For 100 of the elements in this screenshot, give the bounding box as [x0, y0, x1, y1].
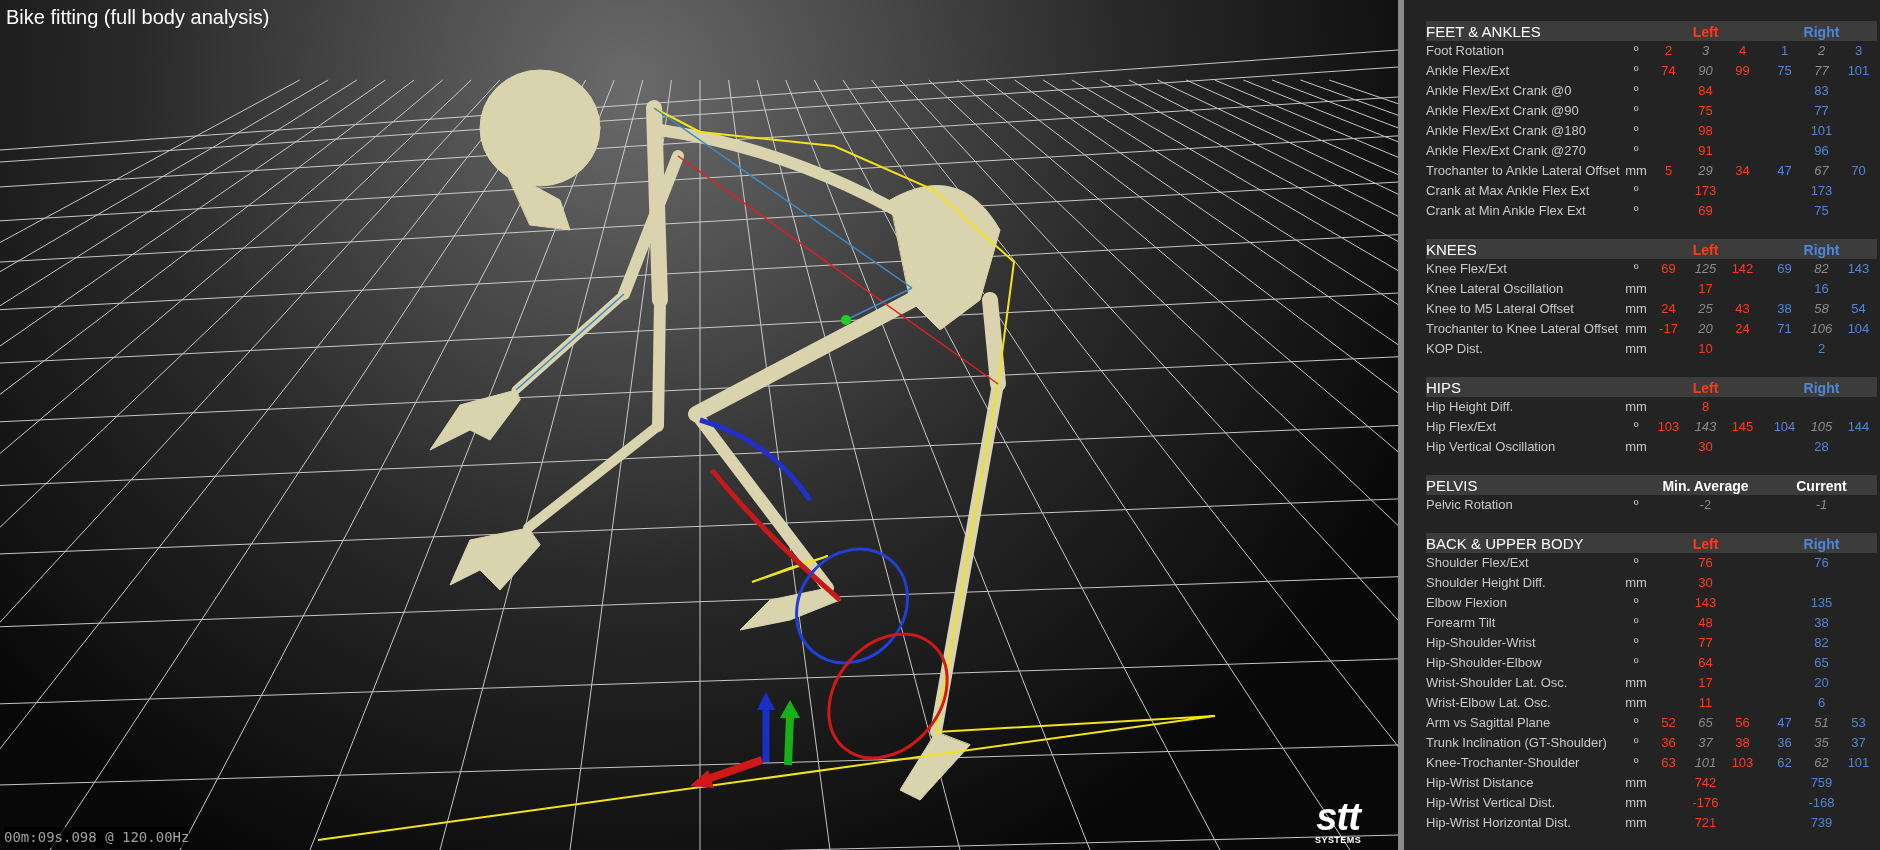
value-cell-text: 48	[1697, 614, 1714, 633]
value-cell-text: 69	[1776, 260, 1793, 279]
value-cell-text: 70	[1850, 162, 1867, 181]
metric-label: Ankle Flex/Ext Crank @270	[1426, 142, 1587, 161]
value-cell-text: 17	[1697, 280, 1714, 299]
unit-label: º	[1632, 102, 1640, 121]
value-cell-text: 69	[1660, 260, 1677, 279]
metric-label: Ankle Flex/Ext Crank @180	[1426, 122, 1587, 141]
value-cell-text: 24	[1734, 320, 1751, 339]
column-header: Left	[1691, 240, 1720, 260]
column-header: Right	[1802, 240, 1841, 260]
value-cell-text: 98	[1697, 122, 1714, 141]
unit-label: º	[1632, 554, 1640, 573]
section-title: PELVIS	[1426, 476, 1479, 496]
value-cell-text: 10	[1697, 340, 1714, 359]
metric-label: Pelvic Rotation	[1426, 496, 1514, 515]
value-cell-text: 5	[1663, 162, 1674, 181]
value-cell-text: 58	[1813, 300, 1830, 319]
value-cell-text: 2	[1816, 340, 1827, 359]
value-cell-text: -1	[1814, 496, 1829, 515]
value-cell-text: 34	[1734, 162, 1751, 181]
value-cell-text: 28	[1813, 438, 1830, 457]
unit-label: mm	[1624, 300, 1648, 319]
unit-label: º	[1632, 496, 1640, 515]
column-header: Min. Average	[1661, 476, 1750, 496]
value-cell-text: 90	[1697, 62, 1714, 81]
unit-label: mm	[1624, 162, 1648, 181]
value-cell-text: 74	[1660, 62, 1677, 81]
value-cell-text: 54	[1850, 300, 1867, 319]
unit-label: º	[1632, 734, 1640, 753]
metric-label: Forearm Tilt	[1426, 614, 1497, 633]
metric-label: KOP Dist.	[1426, 340, 1484, 359]
value-cell-text: 101	[1846, 754, 1871, 773]
value-cell-text: 4	[1737, 42, 1748, 61]
metric-label: Knee Flex/Ext	[1426, 260, 1508, 279]
value-cell-text: 143	[1693, 594, 1718, 613]
metric-label: Hip-Shoulder-Wrist	[1426, 634, 1537, 653]
timestamp: 00m:09s.098 @ 120.00Hz	[4, 827, 190, 848]
value-cell-text: 17	[1697, 674, 1714, 693]
unit-label: º	[1632, 260, 1640, 279]
value-cell-text: 65	[1813, 654, 1830, 673]
unit-label: mm	[1624, 574, 1648, 593]
unit-label: º	[1632, 634, 1640, 653]
value-cell-text: 38	[1813, 614, 1830, 633]
metric-label: Hip-Shoulder-Elbow	[1426, 654, 1543, 673]
value-cell-text: 105	[1809, 418, 1834, 437]
unit-label: mm	[1624, 674, 1648, 693]
unit-label: mm	[1624, 438, 1648, 457]
value-cell-text: 99	[1734, 62, 1751, 81]
metric-label: Shoulder Flex/Ext	[1426, 554, 1530, 573]
metric-label: Wrist-Shoulder Lat. Osc.	[1426, 674, 1569, 693]
value-cell-text: 43	[1734, 300, 1751, 319]
value-cell-text: 143	[1693, 418, 1718, 437]
value-cell-text: 76	[1697, 554, 1714, 573]
company-logo: stt SYSTEMS	[1315, 798, 1362, 845]
value-cell-text: 103	[1730, 754, 1755, 773]
metric-label: Trunk Inclination (GT-Shoulder)	[1426, 734, 1608, 753]
metric-label: Foot Rotation	[1426, 42, 1506, 61]
value-cell-text: 29	[1697, 162, 1714, 181]
value-cell-text: 101	[1693, 754, 1718, 773]
value-cell-text: 16	[1813, 280, 1830, 299]
value-cell-text: 62	[1776, 754, 1793, 773]
metric-label: Elbow Flexion	[1426, 594, 1508, 613]
value-cell-text: 6	[1816, 694, 1827, 713]
unit-label: º	[1632, 714, 1640, 733]
metric-label: Ankle Flex/Ext	[1426, 62, 1511, 81]
unit-label: mm	[1624, 320, 1648, 339]
metric-label: Hip-Wrist Distance	[1426, 774, 1535, 793]
value-cell-text: 56	[1734, 714, 1751, 733]
value-cell-text: 67	[1813, 162, 1830, 181]
metric-label: Crank at Max Ankle Flex Ext	[1426, 182, 1591, 201]
value-cell-text: 38	[1776, 300, 1793, 319]
value-cell-text: 75	[1776, 62, 1793, 81]
metric-label: Hip Height Diff.	[1426, 398, 1515, 417]
viewport-title: Bike fitting (full body analysis)	[6, 5, 270, 30]
section-title: BACK & UPPER BODY	[1426, 534, 1585, 554]
value-cell-text: 742	[1693, 774, 1718, 793]
value-cell-text: 77	[1813, 102, 1830, 121]
metric-label: Trochanter to Ankle Lateral Offset	[1426, 162, 1621, 181]
value-cell-text: -168	[1807, 794, 1836, 813]
metric-label: Ankle Flex/Ext Crank @90	[1426, 102, 1580, 121]
unit-label: º	[1632, 182, 1640, 201]
metric-label: Hip Vertical Oscillation	[1426, 438, 1557, 457]
3d-viewport[interactable]: Bike fitting (full body analysis) 00m:09s.098 @ 120.00Hz stt SYSTEMS	[0, 0, 1398, 850]
metric-label: Knee to M5 Lateral Offset	[1426, 300, 1575, 319]
column-header: Left	[1691, 22, 1720, 42]
unit-label: º	[1632, 62, 1640, 81]
value-cell-text: -176	[1691, 794, 1720, 813]
value-cell-text: 8	[1700, 398, 1711, 417]
value-cell-text: 739	[1809, 814, 1834, 833]
value-cell-text: 62	[1813, 754, 1830, 773]
unit-label: º	[1632, 654, 1640, 673]
value-cell-text: 75	[1697, 102, 1714, 121]
value-cell-text: 125	[1693, 260, 1718, 279]
value-cell-text: 37	[1850, 734, 1867, 753]
value-cell-text: 96	[1813, 142, 1830, 161]
value-cell-text: 20	[1697, 320, 1714, 339]
value-cell-text: 135	[1809, 594, 1834, 613]
value-cell-text: 144	[1846, 418, 1871, 437]
value-cell-text: 37	[1697, 734, 1714, 753]
